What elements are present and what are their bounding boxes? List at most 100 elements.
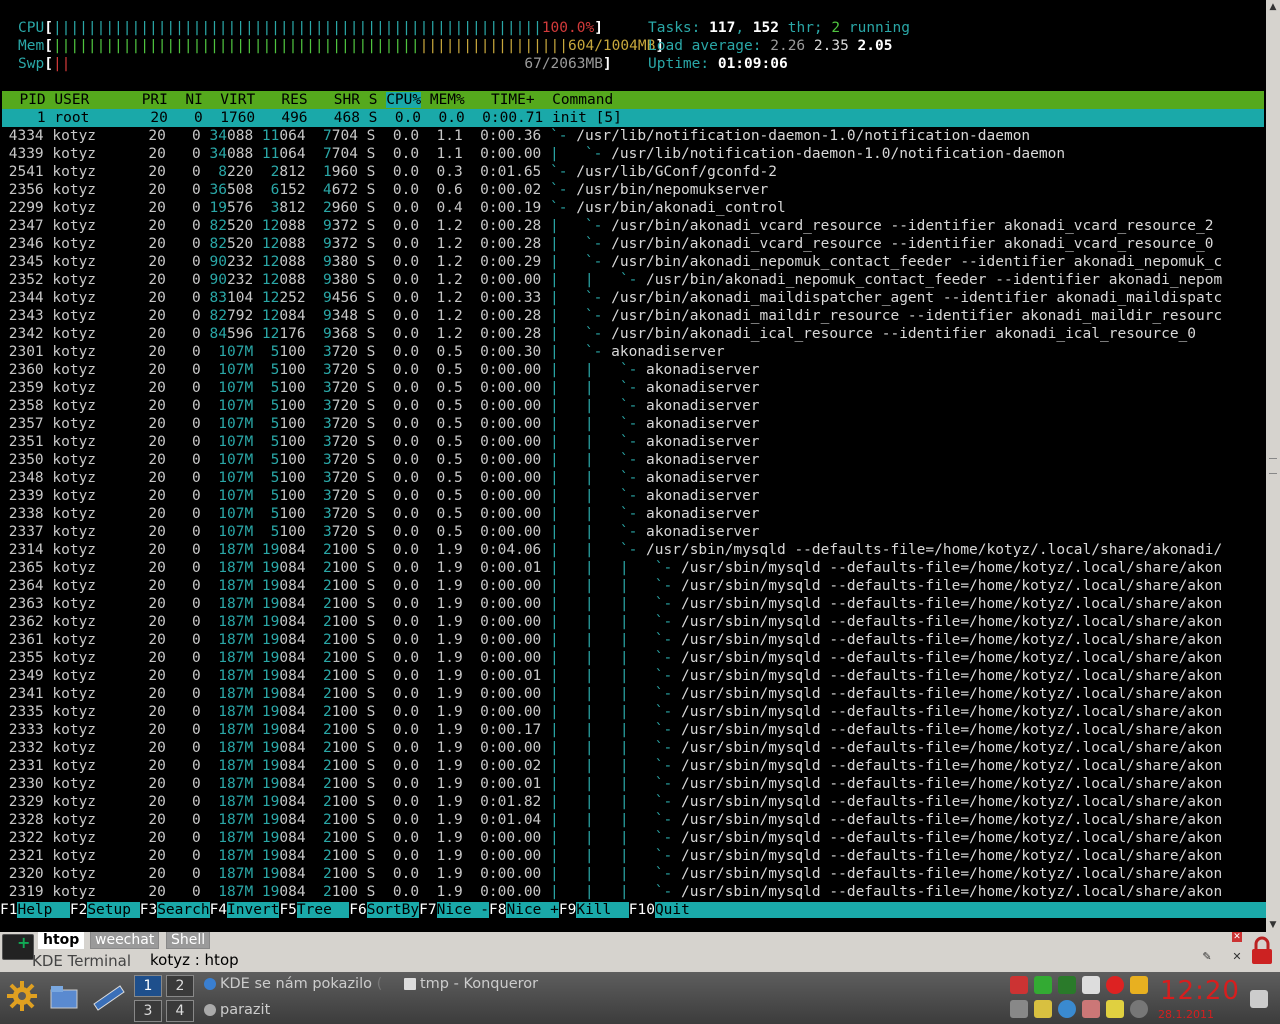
desktop-1[interactable]: 1 <box>134 975 162 997</box>
new-tab-icon[interactable]: + <box>2 933 34 960</box>
file-manager-icon[interactable] <box>46 978 82 1014</box>
mail-icon[interactable] <box>1082 1000 1100 1018</box>
process-row[interactable]: 2349 kotyz 20 0 187M 19084 2100 S 0.0 1.… <box>0 667 1223 685</box>
scroll-grip[interactable] <box>1269 458 1277 474</box>
col-ni[interactable]: NI <box>168 92 202 108</box>
terminal-scrollbar[interactable]: ▲ ▼ <box>1266 0 1280 932</box>
task-konqueror-kde[interactable]: KDE se nám pokazilo ( <box>204 976 382 992</box>
process-row[interactable]: 2328 kotyz 20 0 187M 19084 2100 S 0.0 1.… <box>0 811 1223 829</box>
process-row[interactable]: 2299 kotyz 20 0 19576 3812 2960 S 0.0 0.… <box>0 199 786 217</box>
process-row[interactable]: 2301 kotyz 20 0 107M 5100 3720 S 0.0 0.5… <box>0 343 725 361</box>
fkey-f2[interactable]: F2Setup <box>70 902 140 918</box>
desktop-3[interactable]: 3 <box>134 1000 162 1022</box>
process-row[interactable]: 2337 kotyz 20 0 107M 5100 3720 S 0.0 0.5… <box>0 523 760 541</box>
fkey-f1[interactable]: F1Help <box>0 902 70 918</box>
process-row[interactable]: 2319 kotyz 20 0 187M 19084 2100 S 0.0 1.… <box>0 883 1223 901</box>
pen-icon[interactable] <box>1106 1000 1124 1018</box>
process-row[interactable]: 2329 kotyz 20 0 187M 19084 2100 S 0.0 1.… <box>0 793 1223 811</box>
scroll-up-icon[interactable]: ▲ <box>1267 1 1279 13</box>
network-icon[interactable] <box>1034 976 1052 994</box>
desktop-icon[interactable] <box>90 978 126 1014</box>
messenger-icon[interactable] <box>1058 1000 1076 1018</box>
lock-icon[interactable] <box>1250 936 1274 966</box>
download-icon[interactable] <box>1058 976 1076 994</box>
fkey-f4[interactable]: F4Invert <box>210 902 280 918</box>
process-row[interactable]: 4339 kotyz 20 0 34088 11064 7704 S 0.0 1… <box>0 145 1065 163</box>
fkey-f5[interactable]: F5Tree <box>279 902 350 918</box>
clipboard-icon[interactable] <box>1082 976 1100 994</box>
col-user[interactable]: USER <box>54 92 133 108</box>
col-state[interactable]: S <box>369 92 378 108</box>
process-row[interactable]: 2541 kotyz 20 0 8220 2812 1960 S 0.0 0.3… <box>0 163 777 181</box>
pin-icon[interactable]: ✎ <box>1200 950 1214 964</box>
process-row[interactable]: 2357 kotyz 20 0 107M 5100 3720 S 0.0 0.5… <box>0 415 760 433</box>
clock[interactable]: 12:20 <box>1160 976 1240 1006</box>
process-row[interactable]: 2363 kotyz 20 0 187M 19084 2100 S 0.0 1.… <box>0 595 1223 613</box>
col-command[interactable]: Command <box>552 92 613 108</box>
notes-icon[interactable] <box>1034 1000 1052 1018</box>
task-konqueror-tmp[interactable]: tmp - Konqueror <box>404 976 538 992</box>
process-row[interactable]: 2341 kotyz 20 0 187M 19084 2100 S 0.0 1.… <box>0 685 1223 703</box>
close-icon[interactable]: ✕ <box>1230 950 1244 964</box>
fkey-f10[interactable]: F10Quit <box>629 902 1266 918</box>
col-virt[interactable]: VIRT <box>203 92 255 108</box>
fkey-f9[interactable]: F9Kill <box>559 902 629 918</box>
col-res[interactable]: RES <box>255 92 307 108</box>
col-time[interactable]: TIME+ <box>491 92 535 108</box>
process-row[interactable]: 2335 kotyz 20 0 187M 19084 2100 S 0.0 1.… <box>0 703 1223 721</box>
process-row[interactable]: 2352 kotyz 20 0 90232 12088 9380 S 0.0 1… <box>0 271 1223 289</box>
desktop-4[interactable]: 4 <box>166 1000 194 1022</box>
volume-icon[interactable] <box>1010 1000 1028 1018</box>
process-row[interactable]: 2330 kotyz 20 0 187M 19084 2100 S 0.0 1.… <box>0 775 1223 793</box>
process-row[interactable]: 2358 kotyz 20 0 107M 5100 3720 S 0.0 0.5… <box>0 397 760 415</box>
process-row[interactable]: 2344 kotyz 20 0 83104 12252 9456 S 0.0 1… <box>0 289 1223 307</box>
kmenu-icon[interactable] <box>4 978 40 1014</box>
keyboard-layout-icon[interactable] <box>1010 976 1028 994</box>
task-parazit[interactable]: parazit <box>204 1002 270 1018</box>
process-row[interactable]: 2343 kotyz 20 0 82792 12084 9348 S 0.0 1… <box>0 307 1223 325</box>
process-row[interactable]: 2339 kotyz 20 0 107M 5100 3720 S 0.0 0.5… <box>0 487 760 505</box>
tab-htop[interactable]: htop <box>38 932 85 949</box>
process-row[interactable]: 2361 kotyz 20 0 187M 19084 2100 S 0.0 1.… <box>0 631 1223 649</box>
process-row[interactable]: 2348 kotyz 20 0 107M 5100 3720 S 0.0 0.5… <box>0 469 760 487</box>
process-row[interactable]: 4334 kotyz 20 0 34088 11064 7704 S 0.0 1… <box>0 127 1030 145</box>
process-row[interactable]: 2322 kotyz 20 0 187M 19084 2100 S 0.0 1.… <box>0 829 1223 847</box>
fkey-f8[interactable]: F8Nice + <box>489 902 559 918</box>
process-row[interactable]: 1 root 20 0 1760 496 468 S 0.0 0.0 0:00.… <box>2 109 1264 127</box>
process-row[interactable]: 2321 kotyz 20 0 187M 19084 2100 S 0.0 1.… <box>0 847 1223 865</box>
process-table-header[interactable]: PID USER PRI NI VIRT RES SHR S CPU% MEM%… <box>2 91 1264 109</box>
htop-terminal[interactable]: CPU[||||||||||||||||||||||||||||||||||||… <box>0 0 1266 920</box>
process-row[interactable]: 2346 kotyz 20 0 82520 12088 9372 S 0.0 1… <box>0 235 1214 253</box>
process-row[interactable]: 2365 kotyz 20 0 187M 19084 2100 S 0.0 1.… <box>0 559 1223 577</box>
process-row[interactable]: 2331 kotyz 20 0 187M 19084 2100 S 0.0 1.… <box>0 757 1223 775</box>
process-row[interactable]: 2347 kotyz 20 0 82520 12088 9372 S 0.0 1… <box>0 217 1214 235</box>
process-row[interactable]: 2332 kotyz 20 0 187M 19084 2100 S 0.0 1.… <box>0 739 1223 757</box>
process-row[interactable]: 2359 kotyz 20 0 107M 5100 3720 S 0.0 0.5… <box>0 379 760 397</box>
col-cpu[interactable]: CPU% <box>386 92 422 108</box>
process-row[interactable]: 2364 kotyz 20 0 187M 19084 2100 S 0.0 1.… <box>0 577 1223 595</box>
process-row[interactable]: 2362 kotyz 20 0 187M 19084 2100 S 0.0 1.… <box>0 613 1223 631</box>
power-icon[interactable] <box>1106 976 1124 994</box>
tab-weechat[interactable]: weechat <box>90 932 160 949</box>
col-pid[interactable]: PID <box>2 92 45 108</box>
close-tab-icon[interactable]: ✕ <box>1232 932 1242 942</box>
col-pri[interactable]: PRI <box>133 92 168 108</box>
process-row[interactable]: 2351 kotyz 20 0 107M 5100 3720 S 0.0 0.5… <box>0 433 760 451</box>
update-icon[interactable] <box>1130 976 1148 994</box>
tab-shell[interactable]: Shell <box>166 932 211 949</box>
process-row[interactable]: 2360 kotyz 20 0 107M 5100 3720 S 0.0 0.5… <box>0 361 760 379</box>
process-row[interactable]: 2356 kotyz 20 0 36508 6152 4672 S 0.0 0.… <box>0 181 769 199</box>
fkey-f7[interactable]: F7Nice - <box>419 902 490 918</box>
desktop-2[interactable]: 2 <box>166 975 194 997</box>
fkey-f6[interactable]: F6SortBy <box>349 902 420 918</box>
col-mem[interactable]: MEM% <box>430 92 465 108</box>
battery-icon[interactable] <box>1130 1000 1148 1018</box>
process-row[interactable]: 2345 kotyz 20 0 90232 12088 9380 S 0.0 1… <box>0 253 1223 271</box>
function-key-bar[interactable]: F1Help F2Setup F3SearchF4InvertF5Tree F6… <box>0 901 1266 919</box>
process-row[interactable]: 2314 kotyz 20 0 187M 19084 2100 S 0.0 1.… <box>0 541 1223 559</box>
fkey-f3[interactable]: F3Search <box>140 902 210 918</box>
process-row[interactable]: 2338 kotyz 20 0 107M 5100 3720 S 0.0 0.5… <box>0 505 760 523</box>
process-row[interactable]: 2350 kotyz 20 0 107M 5100 3720 S 0.0 0.5… <box>0 451 760 469</box>
process-row[interactable]: 2333 kotyz 20 0 187M 19084 2100 S 0.0 1.… <box>0 721 1223 739</box>
process-row[interactable]: 2342 kotyz 20 0 84596 12176 9368 S 0.0 1… <box>0 325 1196 343</box>
